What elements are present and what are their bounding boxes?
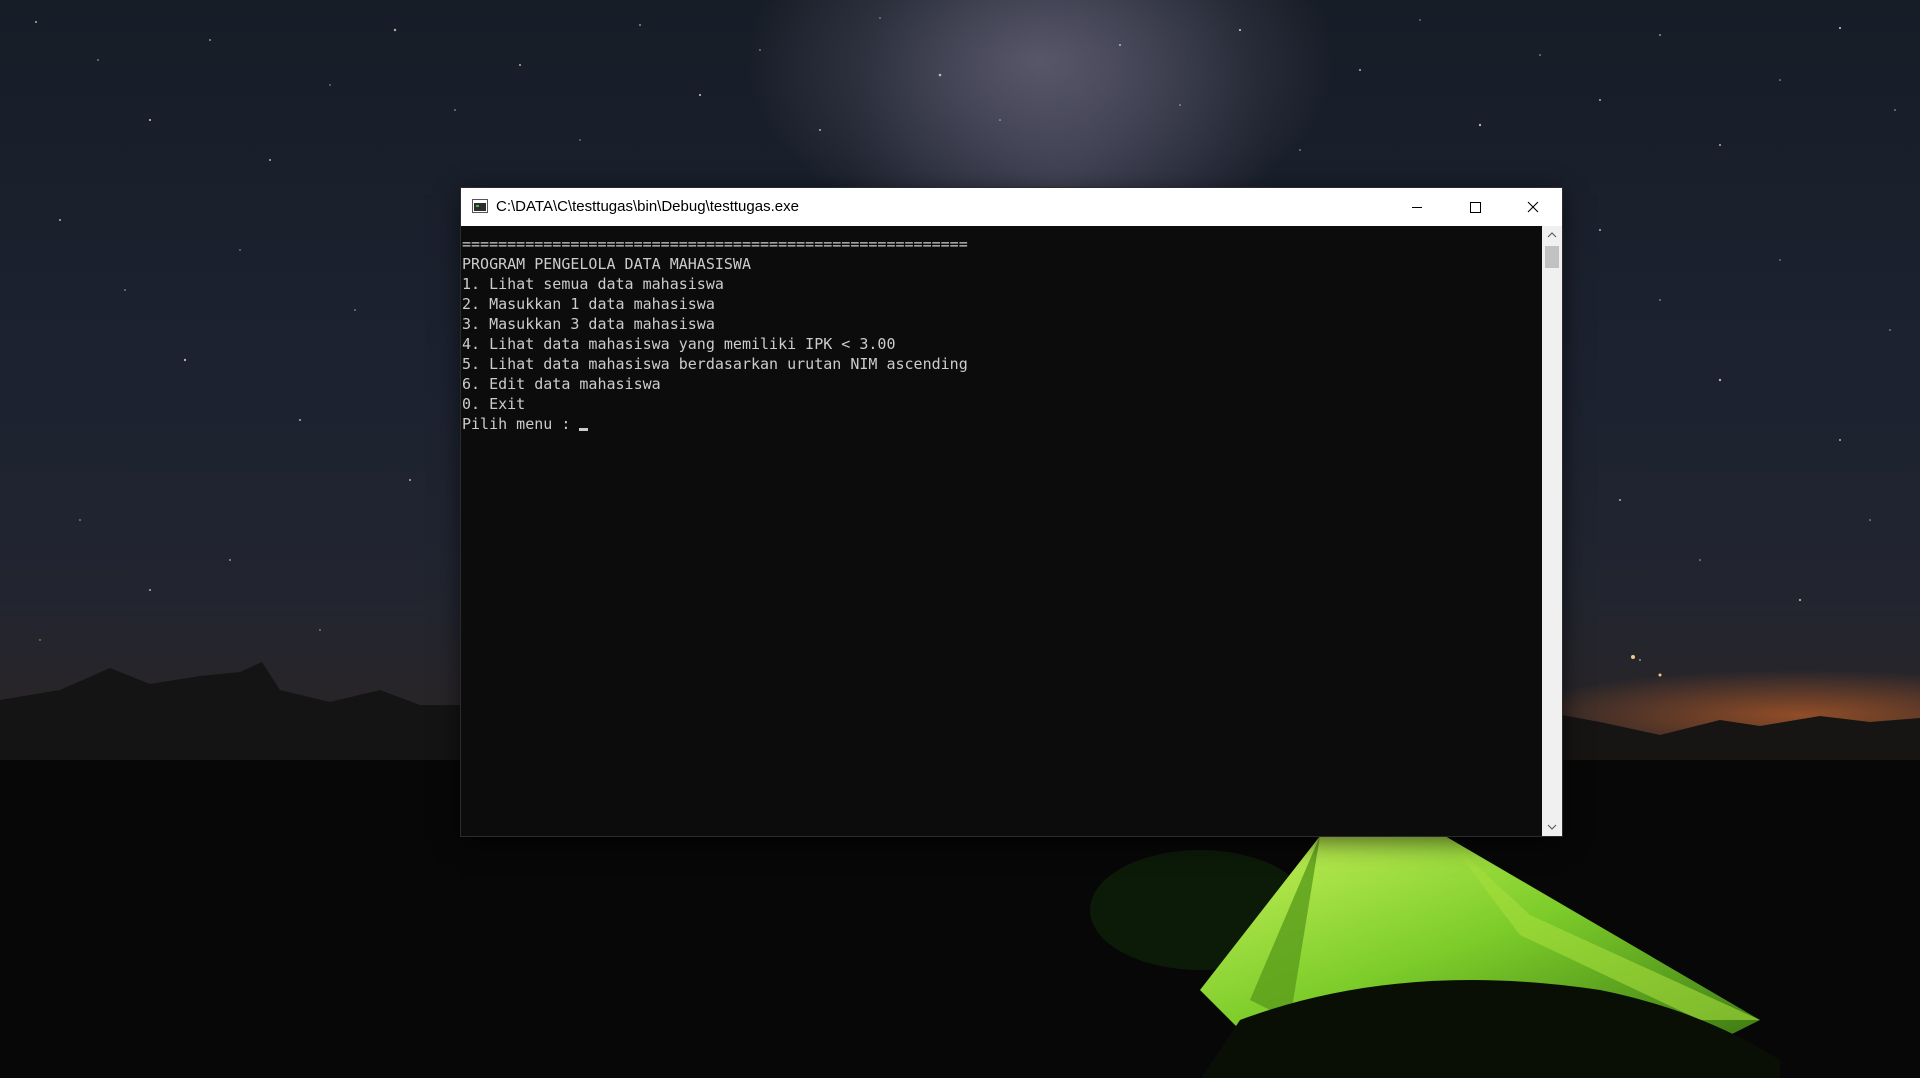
scroll-up-button[interactable] xyxy=(1542,226,1562,244)
minimize-button[interactable] xyxy=(1388,188,1446,226)
minimize-icon xyxy=(1412,207,1422,208)
chevron-down-icon xyxy=(1547,824,1557,830)
close-button[interactable] xyxy=(1504,188,1562,226)
text-cursor xyxy=(579,428,589,431)
maximize-icon xyxy=(1470,202,1481,213)
console-prompt-line[interactable]: Pilih menu : xyxy=(462,414,589,434)
chevron-up-icon xyxy=(1547,232,1557,238)
menu-option-3: 3. Masukkan 3 data mahasiswa xyxy=(462,315,715,333)
maximize-button[interactable] xyxy=(1446,188,1504,226)
menu-option-2: 2. Masukkan 1 data mahasiswa xyxy=(462,295,715,313)
menu-prompt: Pilih menu : xyxy=(462,415,580,433)
title-bar[interactable]: C:\DATA\C\testtugas\bin\Debug\testtugas.… xyxy=(461,188,1562,226)
scroll-thumb[interactable] xyxy=(1545,246,1559,268)
menu-option-4: 4. Lihat data mahasiswa yang memiliki IP… xyxy=(462,335,896,353)
menu-option-0: 0. Exit xyxy=(462,395,526,413)
menu-option-5: 5. Lihat data mahasiswa berdasarkan urut… xyxy=(462,355,968,373)
console-heading: PROGRAM PENGELOLA DATA MAHASISWA xyxy=(462,255,751,273)
vertical-scrollbar[interactable] xyxy=(1542,226,1562,836)
console-output[interactable]: ========================================… xyxy=(461,226,1541,836)
scroll-down-button[interactable] xyxy=(1542,818,1562,836)
console-app-icon[interactable] xyxy=(472,199,488,213)
console-window: C:\DATA\C\testtugas\bin\Debug\testtugas.… xyxy=(461,188,1562,836)
menu-option-1: 1. Lihat semua data mahasiswa xyxy=(462,275,724,293)
close-icon xyxy=(1527,201,1539,213)
window-title: C:\DATA\C\testtugas\bin\Debug\testtugas.… xyxy=(496,198,799,215)
console-separator-line: ========================================… xyxy=(462,235,968,253)
menu-option-6: 6. Edit data mahasiswa xyxy=(462,375,661,393)
